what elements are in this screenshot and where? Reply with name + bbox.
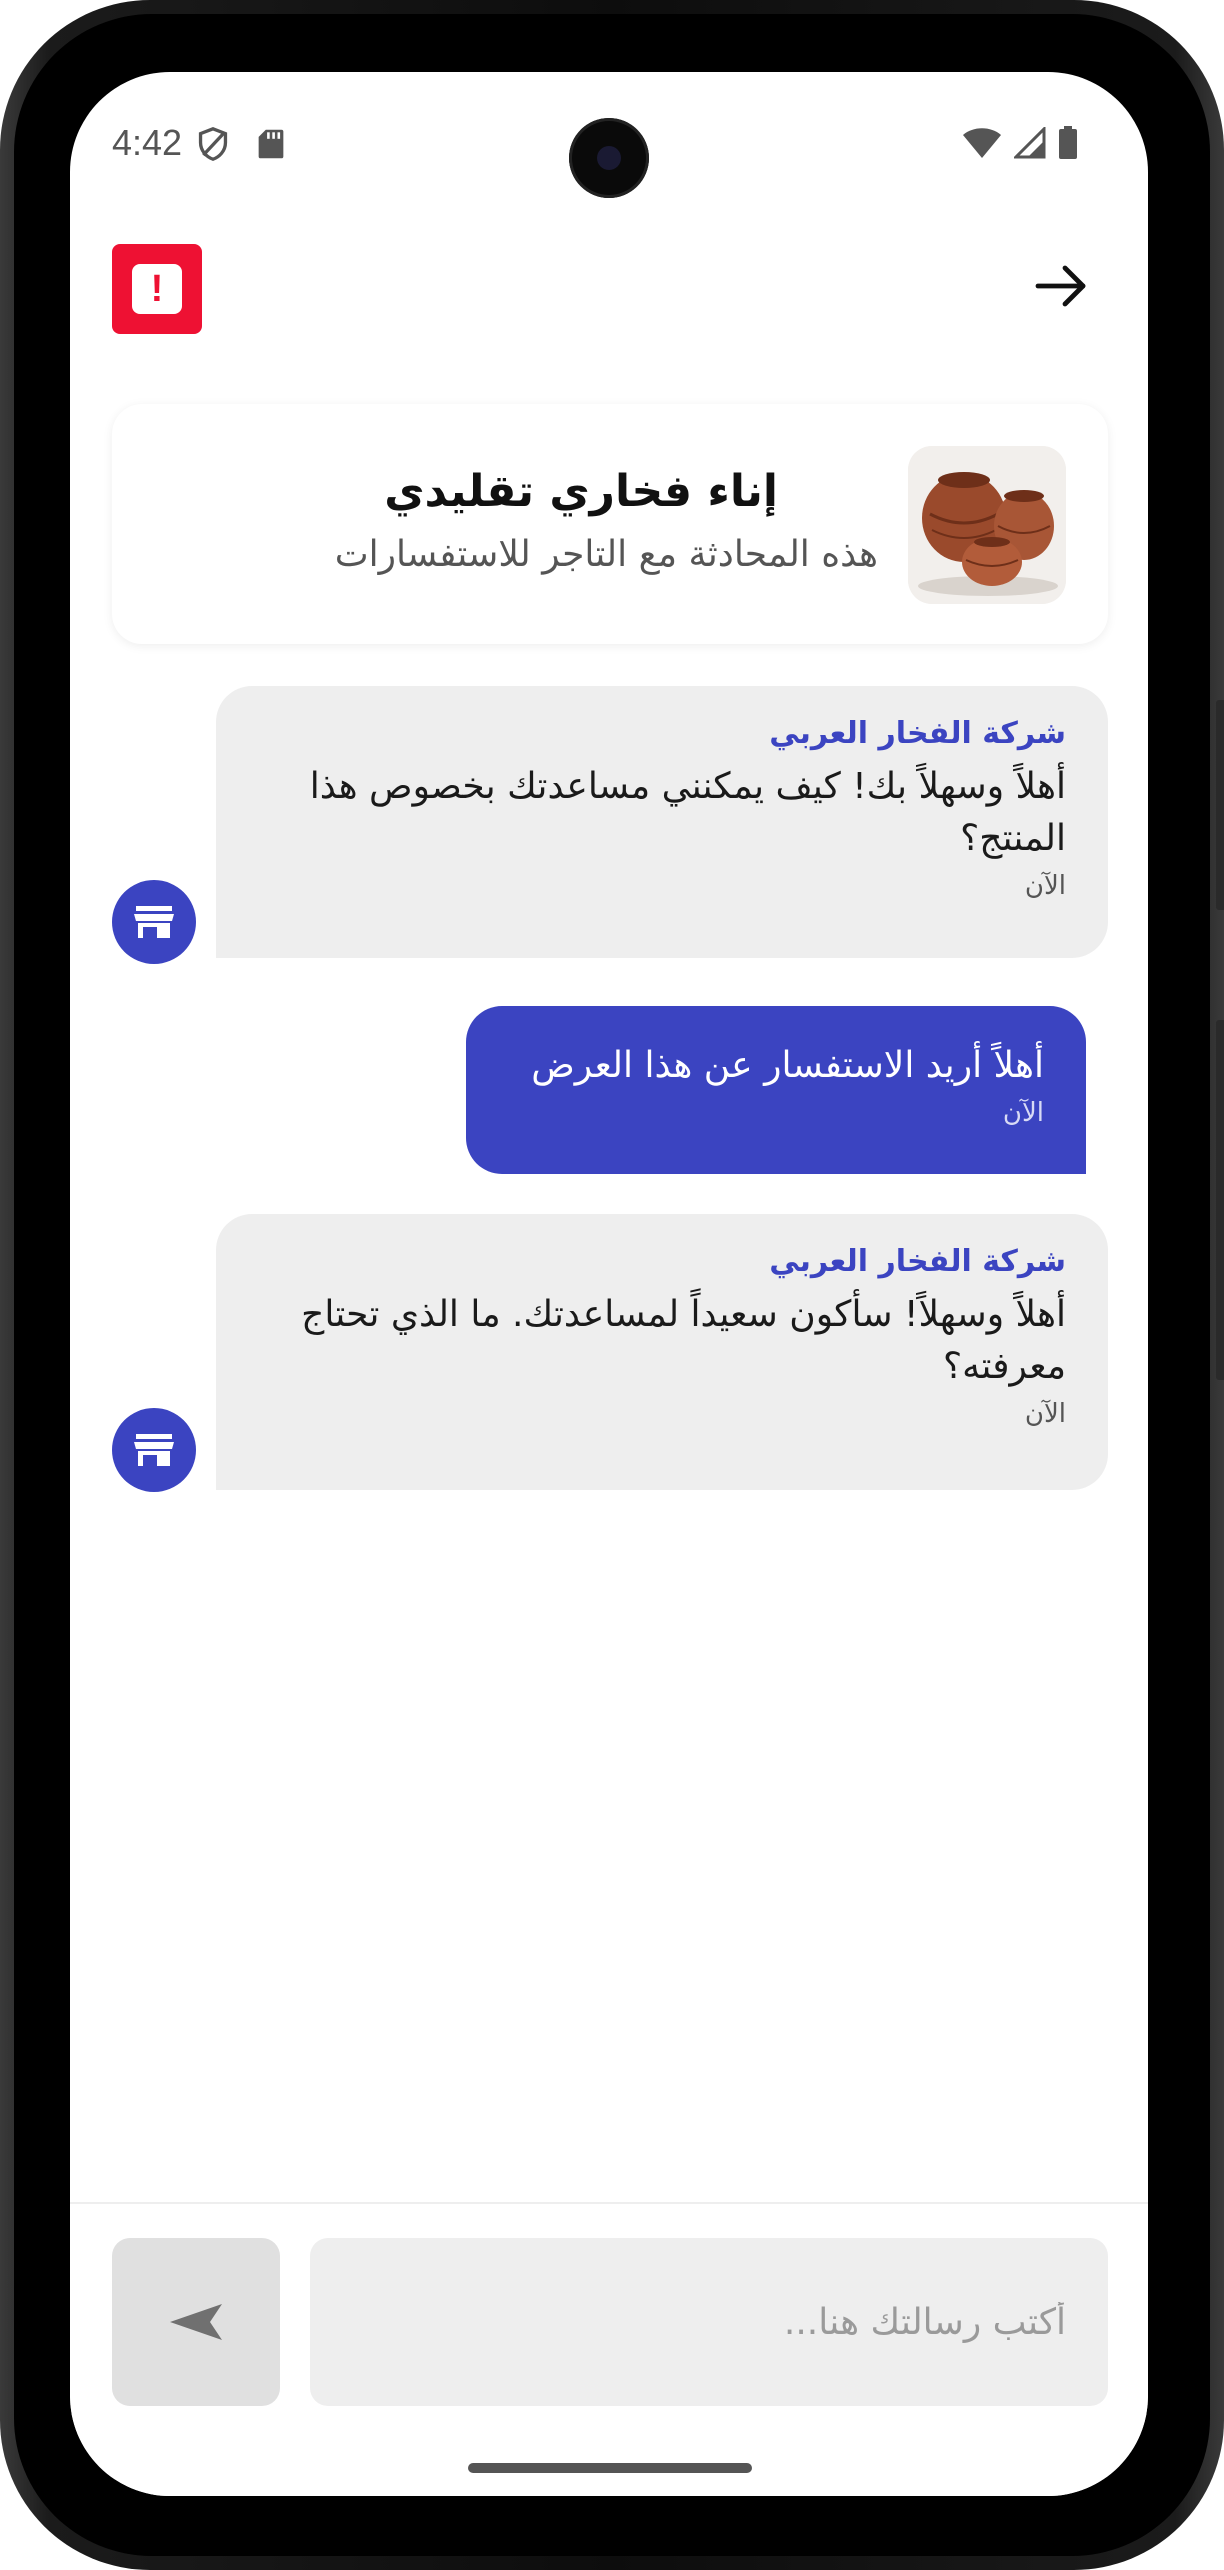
- report-button[interactable]: !: [112, 244, 202, 334]
- arrow-right-icon[interactable]: [1032, 256, 1092, 316]
- send-button[interactable]: [112, 2238, 280, 2406]
- message-text: أهلاً وسهلاً! سأكون سعيداً لمساعدتك. ما …: [301, 1294, 1066, 1387]
- volume-button: [1216, 1020, 1224, 1380]
- send-icon: [170, 2304, 222, 2340]
- message-text: أهلاً أريد الاستفسار عن هذا العرض: [531, 1045, 1044, 1086]
- app-screen: 4:42 ! إناء فخاري تقليدي هذه المحادثة مع…: [70, 72, 1148, 2496]
- phone-device: 4:42 ! إناء فخاري تقليدي هذه المحادثة مع…: [0, 0, 1224, 2570]
- store-icon: [134, 906, 174, 938]
- message-text: أهلاً وسهلاً بك! كيف يمكنني مساعدتك بخصو…: [309, 766, 1066, 859]
- power-button: [1216, 700, 1224, 910]
- status-icons: [962, 126, 1078, 160]
- front-camera: [569, 118, 649, 198]
- status-time: 4:42: [112, 122, 183, 163]
- wifi-icon: [963, 128, 1001, 158]
- message-sender: شركة الفخار العربي: [769, 716, 1066, 751]
- merchant-avatar[interactable]: [112, 880, 196, 964]
- alert-icon: !: [132, 264, 182, 314]
- message-time: الآن: [1024, 1399, 1066, 1429]
- message-sender: شركة الفخار العربي: [769, 1244, 1066, 1279]
- pottery-icon: [908, 446, 1066, 604]
- incoming-message: شركة الفخار العربي أهلاً وسهلاً! سأكون س…: [216, 1214, 1108, 1490]
- incoming-message: شركة الفخار العربي أهلاً وسهلاً بك! كيف …: [216, 686, 1108, 958]
- shield-icon: [198, 126, 228, 161]
- product-image: [908, 446, 1066, 604]
- merchant-avatar[interactable]: [112, 1408, 196, 1492]
- product-card[interactable]: إناء فخاري تقليدي هذه المحادثة مع التاجر…: [112, 404, 1108, 644]
- message-time: الآن: [1002, 1098, 1044, 1128]
- message-composer: [70, 2202, 1148, 2496]
- outgoing-message: أهلاً أريد الاستفسار عن هذا العرض الآن: [466, 1006, 1086, 1174]
- product-subtitle: هذه المحادثة مع التاجر للاستفسارات: [334, 534, 878, 575]
- store-icon: [134, 1434, 174, 1466]
- cellular-signal-icon: [1014, 127, 1046, 159]
- product-title: إناء فخاري تقليدي: [384, 466, 778, 517]
- message-time: الآن: [1024, 871, 1066, 901]
- message-input[interactable]: [310, 2238, 1108, 2406]
- home-indicator[interactable]: [468, 2463, 752, 2473]
- sd-card-icon: [258, 129, 284, 159]
- battery-icon: [1059, 126, 1077, 159]
